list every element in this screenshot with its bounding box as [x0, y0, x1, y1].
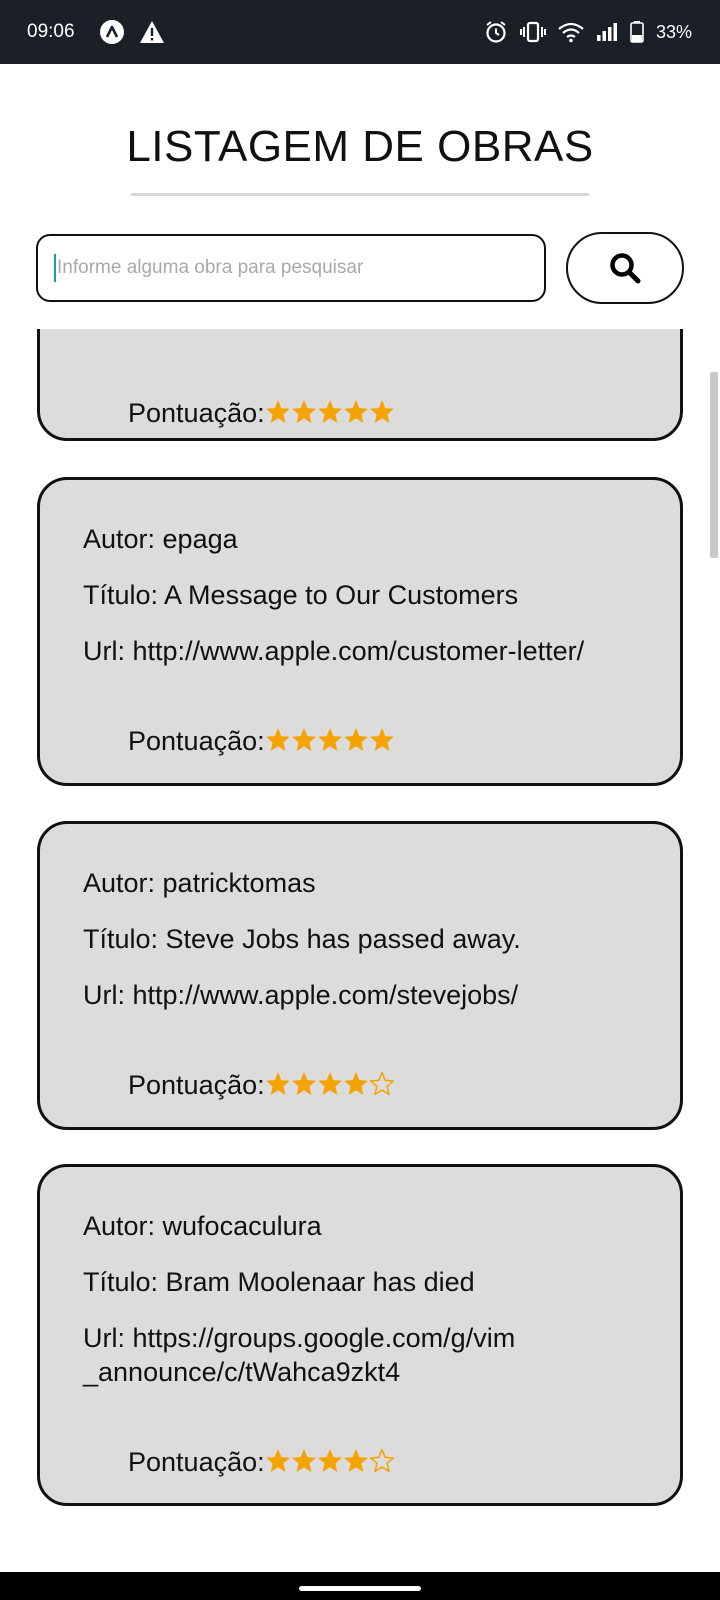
status-bar-right: 33%: [484, 20, 692, 44]
warning-icon: [139, 20, 165, 44]
notification-a-icon: [99, 19, 125, 45]
page-title: LISTAGEM DE OBRAS: [126, 122, 594, 171]
star-filled-icon: [265, 1071, 291, 1097]
score-row: Pontuação:: [83, 362, 653, 464]
star-filled-icon: [265, 399, 291, 425]
star-filled-icon: [291, 399, 317, 425]
title-text: Título: Steve Jobs has passed away.: [83, 924, 521, 954]
search-placeholder: Informe alguma obra para pesquisar: [57, 257, 364, 278]
star-filled-icon: [265, 727, 291, 753]
author-text: Autor: epaga: [83, 524, 238, 554]
search-icon: [608, 251, 642, 285]
home-gesture-handle[interactable]: [299, 1586, 421, 1591]
star-empty-icon: [369, 1448, 395, 1474]
score-label: Pontuação:: [128, 726, 265, 756]
star-filled-icon: [343, 1071, 369, 1097]
rating-stars: [265, 1448, 395, 1474]
status-bar: 09:06 33%: [0, 0, 720, 64]
title-text: Título: Bram Moolenaar has died: [83, 1267, 475, 1297]
status-bar-left: 09:06: [27, 19, 165, 45]
search-input[interactable]: Informe alguma obra para pesquisar: [36, 234, 546, 302]
score-label: Pontuação:: [128, 1447, 265, 1477]
score-row: Pontuação:: [83, 1411, 653, 1513]
star-filled-icon: [317, 1448, 343, 1474]
title-divider: [131, 193, 589, 196]
star-filled-icon: [317, 399, 343, 425]
star-filled-icon: [291, 1448, 317, 1474]
url-text: Url: http://www.apple.com/stevejobs/: [83, 980, 519, 1010]
obra-card[interactable]: Autor: patricktomas Título: Steve Jobs h…: [37, 821, 683, 1130]
star-filled-icon: [369, 727, 395, 753]
star-filled-icon: [291, 1071, 317, 1097]
obra-card[interactable]: Autor: wufocaculura Título: Bram Moolena…: [37, 1164, 683, 1506]
star-filled-icon: [343, 399, 369, 425]
star-filled-icon: [317, 1071, 343, 1097]
search-button[interactable]: [566, 232, 684, 304]
url-text: Url: https://groups.google.com/g/vim _an…: [83, 1323, 516, 1387]
star-empty-icon: [369, 1071, 395, 1097]
obras-list[interactable]: Pontuação: Autor: epaga Título: A Messag…: [0, 329, 720, 1572]
scrollbar-thumb[interactable]: [710, 372, 718, 558]
rating-stars: [265, 727, 395, 753]
author-text: Autor: wufocaculura: [83, 1211, 322, 1241]
star-filled-icon: [291, 727, 317, 753]
star-filled-icon: [369, 399, 395, 425]
star-filled-icon: [343, 727, 369, 753]
star-filled-icon: [317, 727, 343, 753]
score-row: Pontuação:: [83, 690, 653, 792]
score-label: Pontuação:: [128, 1070, 265, 1100]
author-text: Autor: patricktomas: [83, 868, 316, 898]
url-text: Url: http://www.apple.com/customer-lette…: [83, 636, 585, 666]
obra-card[interactable]: Pontuação:: [37, 329, 683, 441]
score-row: Pontuação:: [83, 1034, 653, 1136]
battery-percent: 33%: [655, 21, 692, 42]
star-filled-icon: [265, 1448, 291, 1474]
alarm-icon: [484, 20, 508, 44]
score-label: Pontuação:: [128, 398, 265, 428]
signal-icon: [596, 22, 618, 42]
title-text: Título: A Message to Our Customers: [83, 580, 519, 610]
status-time: 09:06: [27, 21, 75, 42]
star-filled-icon: [343, 1448, 369, 1474]
battery-icon: [630, 21, 644, 43]
text-caret: [54, 254, 56, 282]
wifi-icon: [558, 21, 584, 43]
rating-stars: [265, 399, 395, 425]
obra-card[interactable]: Autor: epaga Título: A Message to Our Cu…: [37, 477, 683, 786]
vibrate-icon: [519, 21, 546, 43]
rating-stars: [265, 1071, 395, 1097]
